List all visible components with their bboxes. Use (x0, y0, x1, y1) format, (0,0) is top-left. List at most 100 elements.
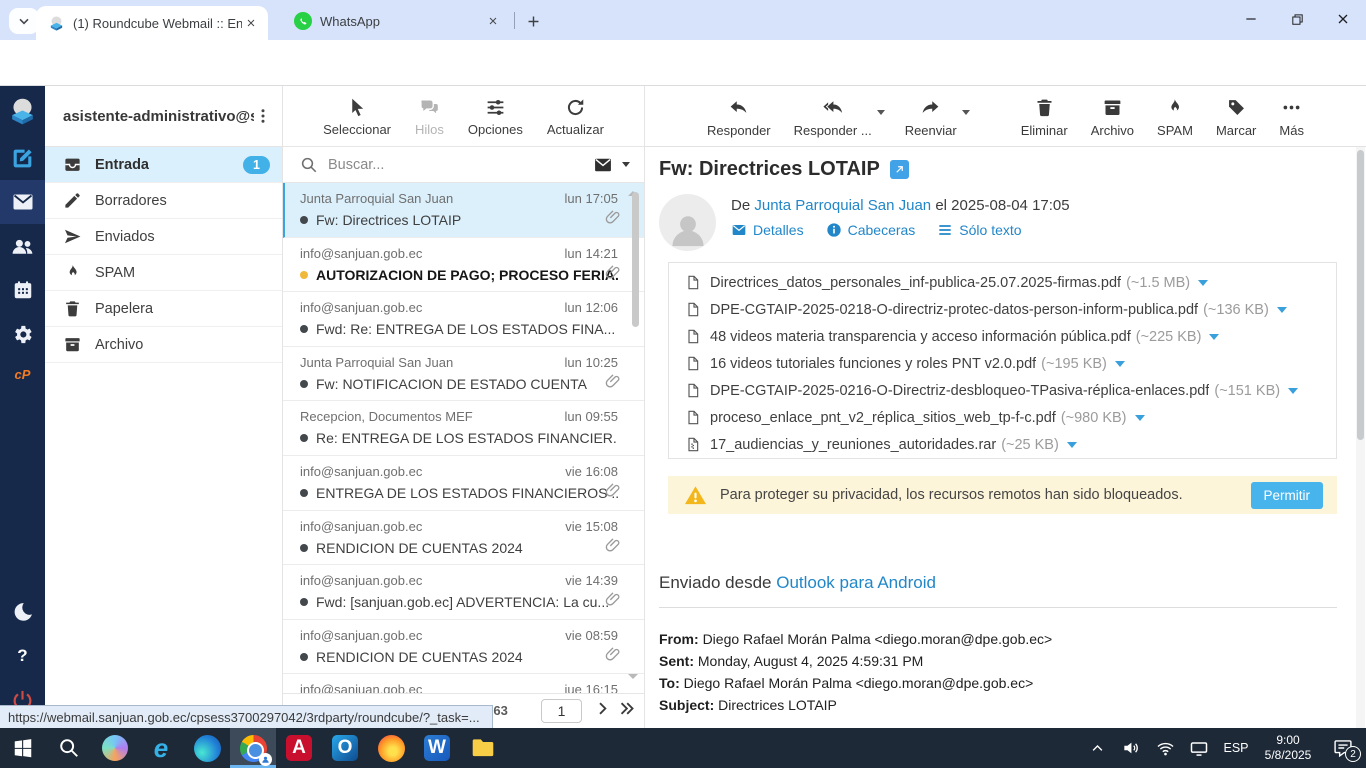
read-status-dot[interactable] (300, 598, 308, 606)
compose-button[interactable] (0, 136, 45, 180)
attachment-menu-caret-icon[interactable] (1288, 388, 1298, 399)
new-tab-button[interactable] (521, 9, 545, 33)
allow-remote-button[interactable]: Permitir (1251, 482, 1324, 509)
tab-close-icon[interactable] (484, 12, 502, 30)
search-scope-envelope-icon[interactable] (593, 155, 613, 175)
list-scrollbar-thumb[interactable] (632, 192, 639, 327)
maximize-button[interactable] (1274, 0, 1320, 38)
attachment-name[interactable]: DPE-CGTAIP-2025-0218-O-directriz-protec-… (710, 302, 1198, 318)
firefox-icon[interactable] (368, 728, 414, 768)
email-list-item[interactable]: info@sanjuan.gob.ecvie 08:59 RENDICION D… (283, 620, 644, 675)
close-button[interactable] (1320, 0, 1366, 38)
tab-roundcube[interactable]: (1) Roundcube Webmail :: Entra (36, 6, 268, 40)
scroll-down-icon[interactable] (628, 674, 638, 684)
plaintext-link[interactable]: Sólo texto (937, 222, 1021, 238)
read-status-dot[interactable] (300, 653, 308, 661)
read-status-dot[interactable] (300, 325, 308, 333)
attachment-row[interactable]: 48 videos materia transparencia y acceso… (685, 323, 1336, 350)
cpanel-button[interactable]: cP (0, 356, 45, 392)
attachment-name[interactable]: 16 videos tutoriales funciones y roles P… (710, 356, 1036, 372)
attachment-menu-caret-icon[interactable] (1277, 307, 1287, 318)
forward-caret-icon[interactable] (962, 110, 970, 119)
rail-calendar-button[interactable] (0, 268, 45, 312)
search-options-caret-icon[interactable] (622, 162, 630, 171)
file-explorer-icon[interactable] (460, 728, 506, 768)
tab-close-icon[interactable] (242, 14, 260, 32)
attachment-row[interactable]: proceso_enlace_pnt_v2_réplica_sitios_web… (685, 404, 1336, 431)
taskbar-search-button[interactable] (46, 728, 92, 768)
last-page-icon[interactable] (618, 700, 635, 717)
sidebar-item-inbox[interactable]: Entrada 1 (45, 147, 282, 183)
volume-icon[interactable] (1114, 728, 1148, 768)
options-button[interactable]: Opciones (468, 97, 523, 137)
help-button[interactable]: ? (0, 634, 45, 678)
tab-whatsapp[interactable]: WhatsApp (282, 6, 510, 36)
email-list-item[interactable]: info@sanjuan.gob.ecvie 14:39 Fwd: [sanju… (283, 565, 644, 620)
hidden-icons-chevron[interactable] (1080, 728, 1114, 768)
edge-icon[interactable] (184, 728, 230, 768)
attachment-name[interactable]: DPE-CGTAIP-2025-0216-O-Directriz-desbloq… (710, 383, 1209, 399)
chrome-icon-active[interactable] (230, 728, 276, 768)
more-button[interactable]: Más (1279, 97, 1304, 138)
spam-button[interactable]: SPAM (1157, 97, 1193, 138)
tab-search-button[interactable] (9, 8, 39, 34)
attachment-menu-caret-icon[interactable] (1115, 361, 1125, 372)
read-status-dot[interactable] (300, 434, 308, 442)
reply-button[interactable]: Responder (707, 97, 771, 138)
minimize-button[interactable] (1228, 0, 1274, 38)
sidebar-item-drafts[interactable]: Borradores (45, 183, 282, 219)
attachment-menu-caret-icon[interactable] (1135, 415, 1145, 426)
email-list-item[interactable]: info@sanjuan.gob.ecvie 16:08 ENTREGA DE … (283, 456, 644, 511)
attachment-row[interactable]: 16 videos tutoriales funciones y roles P… (685, 350, 1336, 377)
attachment-name[interactable]: Directrices_datos_personales_inf-publica… (710, 275, 1121, 291)
wifi-icon[interactable] (1148, 728, 1182, 768)
sidebar-item-archive[interactable]: Archivo (45, 327, 282, 363)
dark-mode-button[interactable] (0, 590, 45, 634)
attachment-name[interactable]: 17_audiencias_y_reuniones_autoridades.ra… (710, 437, 996, 453)
select-button[interactable]: Seleccionar (323, 97, 391, 137)
rail-settings-button[interactable] (0, 312, 45, 356)
message-scrollbar-thumb[interactable] (1357, 150, 1364, 440)
read-status-dot[interactable] (300, 489, 308, 497)
taskbar-clock[interactable]: 9:00 5/8/2025 (1256, 733, 1320, 763)
headers-link[interactable]: Cabeceras (826, 222, 916, 238)
email-list-item[interactable]: Recepcion, Documentos MEFlun 09:55 Re: E… (283, 401, 644, 456)
word-icon[interactable]: W (414, 728, 460, 768)
email-list-item[interactable]: Junta Parroquial San Juanlun 17:05 Fw: D… (283, 183, 644, 238)
attachment-menu-caret-icon[interactable] (1067, 442, 1077, 453)
attachment-name[interactable]: proceso_enlace_pnt_v2_réplica_sitios_web… (710, 410, 1056, 426)
start-button[interactable] (0, 728, 46, 768)
copilot-icon[interactable] (92, 728, 138, 768)
mark-button[interactable]: Marcar (1216, 97, 1256, 138)
open-in-new-window-icon[interactable] (890, 160, 909, 179)
attachment-row[interactable]: 17_audiencias_y_reuniones_autoridades.ra… (685, 431, 1336, 458)
rail-contacts-button[interactable] (0, 224, 45, 268)
sender-link[interactable]: Junta Parroquial San Juan (754, 197, 931, 214)
sidebar-item-sent[interactable]: Enviados (45, 219, 282, 255)
action-center-button[interactable]: 2 (1320, 728, 1366, 768)
page-number-input[interactable]: 1 (541, 699, 582, 723)
details-link[interactable]: Detalles (731, 222, 804, 238)
language-indicator[interactable]: ESP (1216, 741, 1256, 755)
email-list-item[interactable]: info@sanjuan.gob.ecvie 15:08 RENDICION D… (283, 511, 644, 566)
message-scrollbar[interactable] (1356, 147, 1365, 728)
read-status-dot[interactable] (300, 380, 308, 388)
reply-all-caret-icon[interactable] (877, 110, 885, 119)
threads-button[interactable]: Hilos (415, 97, 444, 137)
outlook-link[interactable]: Outlook para Android (776, 573, 936, 592)
attachment-menu-caret-icon[interactable] (1209, 334, 1219, 345)
delete-button[interactable]: Eliminar (1021, 97, 1068, 138)
forward-button[interactable]: Reenviar (905, 97, 957, 138)
sidebar-item-trash[interactable]: Papelera (45, 291, 282, 327)
read-status-dot[interactable] (300, 544, 308, 552)
connect-display-icon[interactable] (1182, 728, 1216, 768)
email-list-item[interactable]: Junta Parroquial San Juanlun 10:25 Fw: N… (283, 347, 644, 402)
sidebar-item-spam[interactable]: SPAM (45, 255, 282, 291)
next-page-icon[interactable] (594, 700, 611, 717)
archive-button[interactable]: Archivo (1091, 97, 1134, 138)
read-status-dot[interactable] (300, 271, 308, 279)
search-input[interactable] (328, 157, 593, 173)
attachment-row[interactable]: DPE-CGTAIP-2025-0216-O-Directriz-desbloq… (685, 377, 1336, 404)
email-list-item[interactable]: info@sanjuan.gob.eclun 12:06 Fwd: Re: EN… (283, 292, 644, 347)
read-status-dot[interactable] (300, 216, 308, 224)
